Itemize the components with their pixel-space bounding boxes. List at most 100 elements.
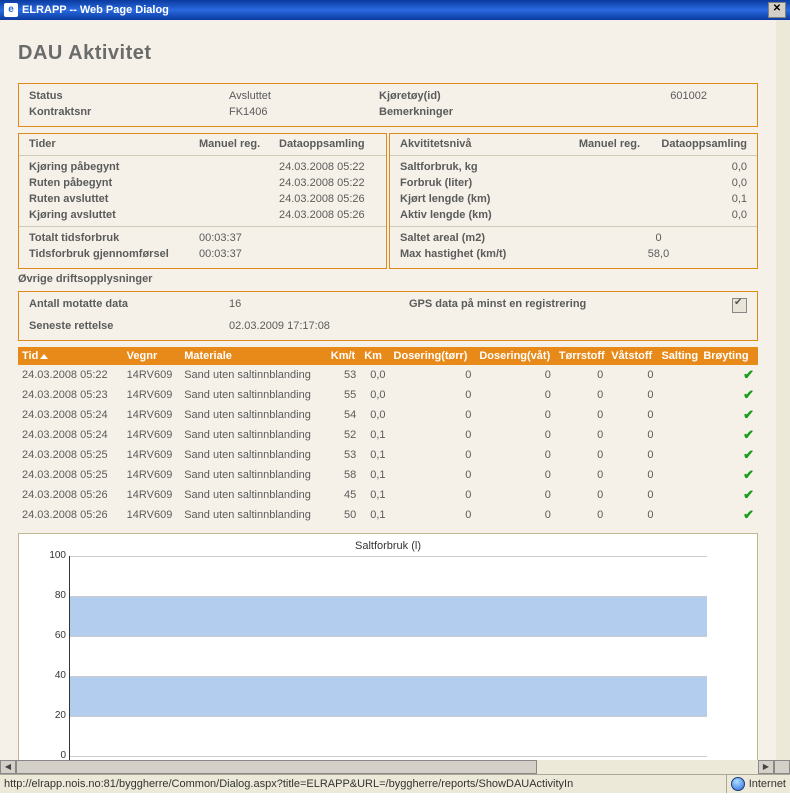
th-broyting[interactable]: Brøyting (699, 347, 758, 365)
table-row[interactable]: 24.03.2008 05:2614RV609Sand uten saltinn… (18, 505, 758, 525)
data-table: Tid Vegnr Materiale Km/t Km Dosering(tør… (18, 347, 758, 525)
scroll-right-button[interactable]: ▶ (758, 760, 774, 774)
cell-broyting: ✔ (699, 445, 758, 465)
chart-gridline (70, 676, 707, 677)
cell-vatstoff: 0 (607, 485, 657, 505)
cell-dos-torr: 0 (390, 425, 476, 445)
cell-kmt: 45 (327, 485, 360, 505)
check-icon: ✔ (743, 427, 754, 442)
tider-total-row: Totalt tidsforbruk00:03:37 (29, 230, 376, 246)
tider-row-manual (199, 175, 279, 191)
cell-vegnr: 14RV609 (123, 405, 181, 425)
status-label: Status (29, 88, 229, 104)
cell-materiale: Sand uten saltinnblanding (180, 465, 327, 485)
drift-count-value: 16 (229, 296, 409, 318)
th-dos-vat[interactable]: Dosering(våt) (475, 347, 555, 365)
table-row[interactable]: 24.03.2008 05:2514RV609Sand uten saltinn… (18, 465, 758, 485)
internet-zone-icon (731, 777, 745, 791)
cell-salting (657, 425, 699, 445)
tider-total-value: 00:03:37 (199, 230, 242, 246)
cell-km: 0,1 (360, 425, 389, 445)
th-dos-torr[interactable]: Dosering(tørr) (390, 347, 476, 365)
cell-kmt: 53 (327, 445, 360, 465)
cell-materiale: Sand uten saltinnblanding (180, 405, 327, 425)
tider-title: Tider (29, 138, 199, 150)
check-icon: ✔ (743, 447, 754, 462)
aktivitet-total-row: Max hastighet (km/t)58,0 (400, 246, 747, 262)
th-tid[interactable]: Tid (18, 347, 123, 365)
cell-km: 0,0 (360, 365, 389, 385)
cell-materiale: Sand uten saltinnblanding (180, 385, 327, 405)
scroll-down-button[interactable]: ▼ (776, 744, 790, 760)
scroll-up-button[interactable]: ▲ (776, 20, 790, 36)
aktivitet-title: Akvititetsnivå (400, 138, 550, 150)
chart-box: Saltforbruk (l) 020406080100 -0.0200.020… (18, 533, 758, 760)
drift-title: Øvrige driftsopplysninger (18, 273, 758, 285)
cell-dos-vat: 0 (475, 425, 555, 445)
status-bar: http://elrapp.nois.no:81/byggherre/Commo… (0, 774, 790, 793)
chart-ytick: 40 (38, 670, 66, 681)
cell-vegnr: 14RV609 (123, 485, 181, 505)
vehicle-label: Kjøretøy(id) (379, 88, 529, 104)
page-title: DAU Aktivitet (18, 42, 758, 65)
cell-materiale: Sand uten saltinnblanding (180, 425, 327, 445)
scroll-thumb[interactable] (776, 36, 790, 378)
cell-torrstoff: 0 (555, 505, 607, 525)
tider-row-data: 24.03.2008 05:22 (279, 175, 376, 191)
cell-salting (657, 505, 699, 525)
table-row[interactable]: 24.03.2008 05:2514RV609Sand uten saltinn… (18, 445, 758, 465)
gps-checkbox[interactable] (732, 298, 747, 313)
vertical-scrollbar[interactable]: ▲ ▼ (776, 20, 790, 760)
two-col-wrapper: Tider Manuel reg. Dataoppsamling Kjøring… (18, 133, 758, 269)
th-vegnr[interactable]: Vegnr (123, 347, 181, 365)
tider-row-label: Ruten påbegynt (29, 175, 199, 191)
cell-broyting: ✔ (699, 425, 758, 445)
cell-kmt: 52 (327, 425, 360, 445)
chart-band (70, 676, 707, 716)
aktivitet-total-value: 0 (570, 230, 747, 246)
chart-ytick: 80 (38, 590, 66, 601)
scroll-left-button[interactable]: ◀ (0, 760, 16, 774)
table-header: Tid Vegnr Materiale Km/t Km Dosering(tør… (18, 347, 758, 365)
check-icon: ✔ (743, 507, 754, 522)
th-salting[interactable]: Salting (657, 347, 699, 365)
cell-vegnr: 14RV609 (123, 465, 181, 485)
tider-col-data: Dataoppsamling (279, 138, 376, 152)
table-row[interactable]: 24.03.2008 05:2414RV609Sand uten saltinn… (18, 425, 758, 445)
cell-tid: 24.03.2008 05:26 (18, 485, 123, 505)
cell-dos-vat: 0 (475, 385, 555, 405)
cell-dos-torr: 0 (390, 505, 476, 525)
th-torrstoff[interactable]: Tørrstoff (555, 347, 607, 365)
cell-vatstoff: 0 (607, 465, 657, 485)
cell-broyting: ✔ (699, 485, 758, 505)
statusbar-zone: Internet (749, 778, 786, 790)
aktivitet-total-label: Max hastighet (km/t) (400, 246, 570, 262)
table-row[interactable]: 24.03.2008 05:2214RV609Sand uten saltinn… (18, 365, 758, 385)
chart-gridline (70, 596, 707, 597)
hscroll-track[interactable] (16, 760, 758, 774)
tider-box: Tider Manuel reg. Dataoppsamling Kjøring… (18, 133, 387, 269)
th-kmt[interactable]: Km/t (327, 347, 360, 365)
cell-dos-torr: 0 (390, 365, 476, 385)
th-vatstoff[interactable]: Våtstoff (607, 347, 657, 365)
aktivitet-row-data: 0,0 (640, 175, 747, 191)
cell-km: 0,1 (360, 465, 389, 485)
aktivitet-row-label: Aktiv lengde (km) (400, 207, 550, 223)
cell-vatstoff: 0 (607, 505, 657, 525)
cell-tid: 24.03.2008 05:25 (18, 445, 123, 465)
cell-tid: 24.03.2008 05:26 (18, 505, 123, 525)
cell-dos-vat: 0 (475, 485, 555, 505)
horizontal-scrollbar[interactable]: ◀ ▶ (0, 760, 790, 774)
sort-asc-icon (40, 354, 48, 359)
drift-gps-label: GPS data på minst en registrering (409, 296, 717, 318)
th-materiale[interactable]: Materiale (180, 347, 327, 365)
th-km[interactable]: Km (360, 347, 389, 365)
hscroll-thumb[interactable] (16, 760, 537, 774)
table-row[interactable]: 24.03.2008 05:2414RV609Sand uten saltinn… (18, 405, 758, 425)
cell-dos-vat: 0 (475, 365, 555, 385)
table-row[interactable]: 24.03.2008 05:2614RV609Sand uten saltinn… (18, 485, 758, 505)
table-row[interactable]: 24.03.2008 05:2314RV609Sand uten saltinn… (18, 385, 758, 405)
cell-torrstoff: 0 (555, 485, 607, 505)
close-button[interactable]: ✕ (768, 2, 786, 18)
aktivitet-row: Forbruk (liter)0,0 (400, 175, 747, 191)
